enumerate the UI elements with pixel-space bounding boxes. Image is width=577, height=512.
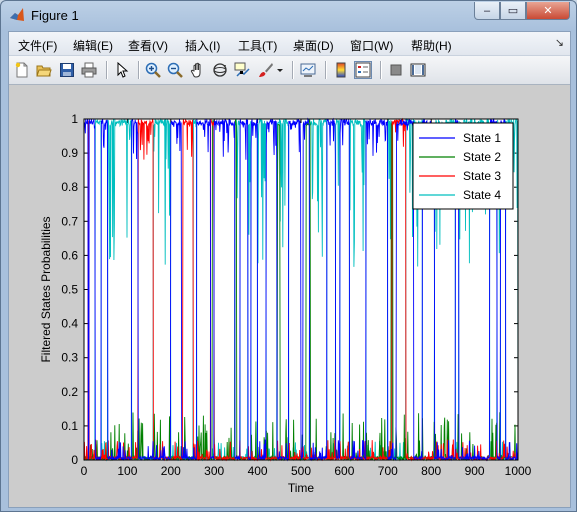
window-title: Figure 1	[31, 8, 79, 23]
legend-icon[interactable]	[354, 61, 372, 79]
x-tick-label: 100	[117, 464, 137, 478]
y-tick-label: 0.4	[61, 317, 78, 331]
menu-overflow-arrow-icon[interactable]: ↘	[555, 36, 564, 49]
menu-help[interactable]: 帮助(H)	[411, 37, 452, 54]
menu-window[interactable]: 窗口(W)	[350, 37, 393, 54]
y-tick-label: 0.7	[61, 214, 78, 228]
x-tick-label: 1000	[505, 464, 532, 478]
x-tick-label: 700	[378, 464, 398, 478]
plot-area: 0 100 200 300 400 500 600 700 800 900 1000 0 0.1 0.2 0…	[9, 85, 570, 507]
x-axis-label: Time	[288, 481, 315, 495]
brush-icon[interactable]	[257, 61, 275, 79]
chart-svg[interactable]: 0 100 200 300 400 500 600 700 800 900 1000 0 0.1 0.2 0…	[9, 85, 570, 507]
x-tick-label: 300	[204, 464, 224, 478]
menu-bar: 文件(F) 编辑(E) 查看(V) 插入(I) 工具(T) 桌面(D) 窗口(W…	[9, 32, 570, 56]
legend-entry: State 3	[463, 169, 501, 183]
zoom-in-icon[interactable]	[144, 61, 162, 79]
figure-window: Figure 1 – ▭ ✕ 文件(F) 编辑(E) 查看(V) 插入(I) 工…	[0, 0, 577, 512]
y-tick-label: 0.9	[61, 146, 78, 160]
matlab-logo-icon	[10, 8, 24, 21]
menu-view[interactable]: 查看(V)	[128, 37, 168, 54]
legend-entry: State 1	[463, 131, 501, 145]
hide-plot-tools-icon[interactable]	[387, 61, 405, 79]
rotate-3d-icon[interactable]	[211, 61, 229, 79]
legend-entry: State 4	[463, 188, 501, 202]
legend[interactable]: State 1 State 2 State 3 State 4	[412, 122, 514, 210]
y-tick-label: 1	[71, 112, 78, 126]
y-tick-label: 0	[71, 453, 78, 467]
colorbar-icon[interactable]	[332, 61, 350, 79]
x-tick-label: 900	[465, 464, 485, 478]
close-button[interactable]: ✕	[526, 2, 570, 20]
y-tick-label: 0.1	[61, 419, 78, 433]
new-figure-icon[interactable]	[13, 61, 31, 79]
y-axis-label: Filtered States Probabilities	[39, 216, 53, 362]
open-file-icon[interactable]	[35, 61, 53, 79]
legend-entry: State 2	[463, 150, 501, 164]
menu-desktop[interactable]: 桌面(D)	[293, 37, 334, 54]
y-tick-label: 0.2	[61, 385, 78, 399]
menu-tools[interactable]: 工具(T)	[238, 37, 277, 54]
y-tick-label: 0.6	[61, 248, 78, 262]
figure-client-area: 文件(F) 编辑(E) 查看(V) 插入(I) 工具(T) 桌面(D) 窗口(W…	[8, 31, 571, 508]
save-icon[interactable]	[58, 61, 76, 79]
figure-toolbar	[9, 56, 570, 85]
show-plot-tools-icon[interactable]	[409, 61, 427, 79]
title-bar[interactable]: Figure 1 – ▭ ✕	[1, 1, 576, 31]
brush-dropdown-icon[interactable]	[275, 61, 285, 79]
y-tick-label: 0.8	[61, 180, 78, 194]
x-tick-label: 500	[291, 464, 311, 478]
menu-file[interactable]: 文件(F)	[18, 37, 57, 54]
menu-insert[interactable]: 插入(I)	[185, 37, 220, 54]
y-tick-label: 0.5	[61, 283, 78, 297]
select-arrow-icon[interactable]	[113, 61, 131, 79]
link-plot-icon[interactable]	[299, 61, 317, 79]
x-tick-label: 0	[81, 464, 88, 478]
maximize-button[interactable]: ▭	[500, 2, 526, 20]
y-tick-label: 0.3	[61, 351, 78, 365]
data-cursor-icon[interactable]	[233, 61, 251, 79]
x-tick-label: 600	[334, 464, 354, 478]
minimize-button[interactable]: –	[474, 2, 500, 20]
pan-hand-icon[interactable]	[189, 61, 207, 79]
x-tick-label: 800	[421, 464, 441, 478]
zoom-out-icon[interactable]	[166, 61, 184, 79]
x-tick-label: 200	[161, 464, 181, 478]
menu-edit[interactable]: 编辑(E)	[73, 37, 113, 54]
x-tick-label: 400	[248, 464, 268, 478]
print-icon[interactable]	[80, 61, 98, 79]
